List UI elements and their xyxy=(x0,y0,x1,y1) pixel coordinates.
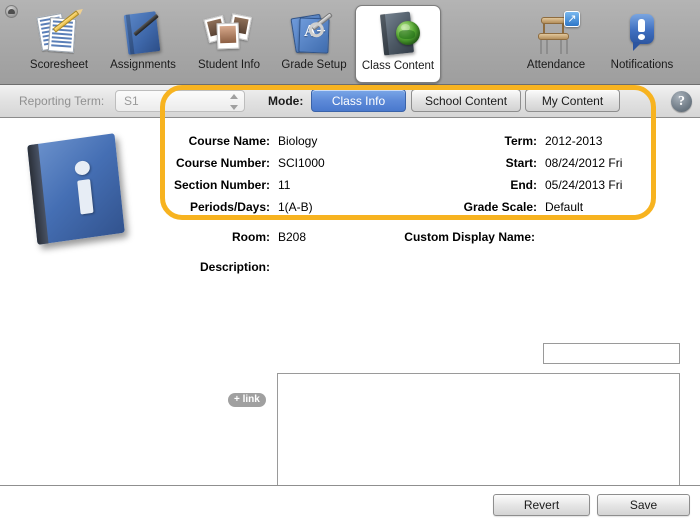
mode-tab-class-info[interactable]: Class Info xyxy=(311,89,406,112)
term-value: 2012-2013 xyxy=(545,134,603,148)
toolbar-item-label: Class Content xyxy=(361,60,435,72)
save-button[interactable]: Save xyxy=(597,494,690,516)
toolbar-item-label: Assignments xyxy=(110,59,176,71)
description-label: Description: xyxy=(199,260,270,274)
toolbar-item-grade-setup[interactable]: A+ Grade Setup xyxy=(271,5,357,83)
main-content: Course Name: Biology Course Number: SCI1… xyxy=(0,119,700,503)
room-label: Room: xyxy=(232,230,270,244)
help-icon[interactable]: ? xyxy=(671,91,692,112)
toolbar-item-notifications[interactable]: Notifications xyxy=(599,5,685,83)
add-link-badge[interactable]: + link xyxy=(228,393,266,407)
reporting-term-label: Reporting Term: xyxy=(19,94,105,108)
toolbar-item-assignments[interactable]: Assignments xyxy=(100,5,186,83)
end-value: 05/24/2013 Fri xyxy=(545,178,623,192)
class-content-icon xyxy=(372,10,424,58)
notifications-icon xyxy=(616,9,668,57)
custom-display-name-label: Custom Display Name: xyxy=(404,230,535,244)
room-value: B208 xyxy=(278,230,307,244)
term-label: Term: xyxy=(504,134,537,148)
course-number-label: Course Number: xyxy=(175,156,270,170)
reporting-term-value: S1 xyxy=(124,94,139,108)
toolbar-items: Scoresheet Assignments Student Info Grad… xyxy=(0,0,700,85)
control-bar: Reporting Term: S1 Mode: Class Info Scho… xyxy=(0,85,700,118)
toolbar-item-label: Attendance xyxy=(526,59,586,71)
course-name-label: Course Name: xyxy=(188,134,270,148)
student-info-icon xyxy=(203,9,255,57)
assignments-icon xyxy=(117,9,169,57)
custom-display-name-input[interactable] xyxy=(543,343,680,364)
toolbar-item-attendance[interactable]: ↗ Attendance xyxy=(513,5,599,83)
course-name-value: Biology xyxy=(278,134,318,148)
toolbar: Scoresheet Assignments Student Info Grad… xyxy=(0,0,700,85)
section-number-label: Section Number: xyxy=(173,178,270,192)
revert-button[interactable]: Revert xyxy=(493,494,590,516)
mode-tab-school-content[interactable]: School Content xyxy=(411,89,521,112)
footer: Revert Save xyxy=(0,485,700,520)
reporting-term-select[interactable]: S1 xyxy=(115,90,245,112)
toolbar-item-label: Student Info xyxy=(197,59,261,71)
toolbar-item-label: Notifications xyxy=(610,59,674,71)
course-number-value: SCI1000 xyxy=(278,156,325,170)
toolbar-item-student-info[interactable]: Student Info xyxy=(186,5,272,83)
attendance-icon: ↗ xyxy=(530,9,582,57)
attendance-arrow-badge-icon: ↗ xyxy=(564,11,580,27)
end-label: End: xyxy=(510,178,537,192)
toolbar-item-label: Grade Setup xyxy=(281,59,347,71)
description-textarea[interactable] xyxy=(277,373,680,503)
grade-setup-icon: A+ xyxy=(288,9,340,57)
periods-days-label: Periods/Days: xyxy=(189,200,270,214)
mode-label: Mode: xyxy=(268,94,304,108)
start-value: 08/24/2012 Fri xyxy=(545,156,623,170)
stepper-icon[interactable] xyxy=(229,94,239,110)
grade-scale-value: Default xyxy=(545,200,584,214)
periods-days-value: 1(A-B) xyxy=(278,200,313,214)
toolbar-item-label: Scoresheet xyxy=(29,59,89,71)
start-label: Start: xyxy=(505,156,537,170)
mode-tab-my-content[interactable]: My Content xyxy=(525,89,620,112)
scoresheet-icon xyxy=(33,9,85,57)
toolbar-item-class-content[interactable]: Class Content xyxy=(355,5,441,83)
section-number-value: 11 xyxy=(278,178,291,192)
toolbar-item-scoresheet[interactable]: Scoresheet xyxy=(16,5,102,83)
grade-scale-label: Grade Scale: xyxy=(463,200,537,214)
